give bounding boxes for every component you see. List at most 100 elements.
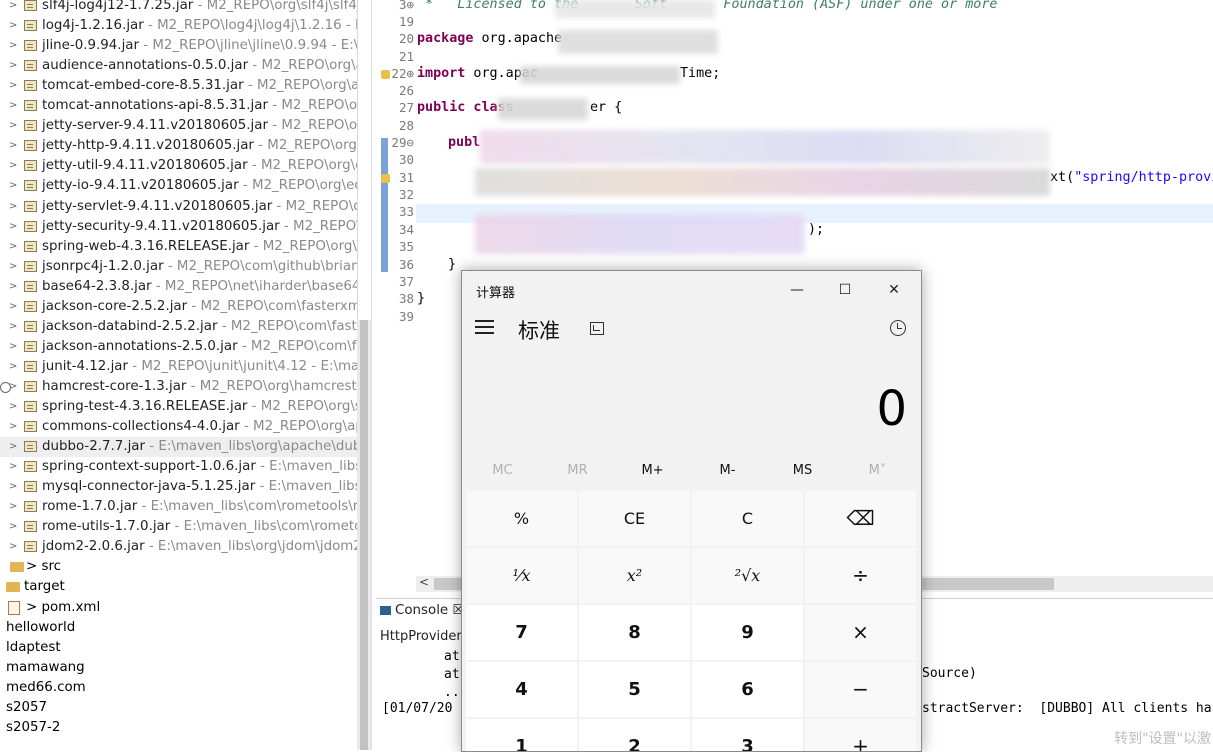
add-button[interactable]: + [805, 719, 916, 751]
memory-button-mminus[interactable]: M- [690, 463, 765, 478]
clear-entry-button[interactable]: CE [579, 491, 690, 546]
project-item[interactable]: ldaptest [0, 638, 357, 658]
expand-arrow-icon[interactable]: > [9, 297, 17, 317]
project-item[interactable]: med66.com [0, 678, 357, 698]
digit-1-button[interactable]: 1 [466, 719, 577, 751]
expand-arrow-icon[interactable]: > [9, 116, 17, 136]
expand-arrow-icon[interactable]: > [9, 0, 17, 16]
expand-arrow-icon[interactable]: > [9, 477, 17, 497]
digit-4-button[interactable]: 4 [466, 662, 577, 717]
expand-arrow-icon[interactable]: > [9, 136, 17, 156]
expand-arrow-icon[interactable]: > [9, 497, 17, 517]
explorer-scrollbar-thumb[interactable] [360, 320, 368, 750]
expand-arrow-icon[interactable]: > [9, 397, 17, 417]
jar-item[interactable]: > base64-2.3.8.jar - M2_REPO\net\iharder\… [0, 277, 357, 297]
expand-arrow-icon[interactable]: > [9, 337, 17, 357]
tab-console[interactable]: Console ☒ [380, 603, 464, 618]
keep-on-top-icon[interactable] [590, 322, 604, 335]
jar-item[interactable]: > tomcat-embed-core-8.5.31.jar - M2_REPO\… [0, 76, 357, 96]
jar-item[interactable]: > spring-context-support-1.0.6.jar - E:\m… [0, 457, 357, 477]
digit-7-button[interactable]: 7 [466, 605, 577, 660]
jar-item[interactable]: > jline-0.9.94.jar - M2_REPO\jline\jline\… [0, 36, 357, 56]
scroll-left-icon[interactable]: < [419, 575, 429, 589]
project-item[interactable]: mamawang [0, 658, 357, 678]
reciprocal-button[interactable]: ¹⁄x [466, 548, 577, 603]
expand-arrow-icon[interactable]: > [9, 76, 17, 96]
jar-item[interactable]: > jetty-security-9.4.11.v20180605.jar - M… [0, 217, 357, 237]
jar-item[interactable]: > slf4j-log4j12-1.7.25.jar - M2_REPO\org\… [0, 0, 357, 16]
digit-6-button[interactable]: 6 [692, 662, 803, 717]
expand-arrow-icon[interactable]: > [9, 517, 17, 537]
warning-icon[interactable] [381, 70, 390, 79]
project-item[interactable]: s2057-2 [0, 718, 357, 738]
jar-item[interactable]: > spring-test-4.3.16.RELEASE.jar - M2_REP… [0, 397, 357, 417]
jar-item[interactable]: > hamcrest-core-1.3.jar - M2_REPO\org\ham… [0, 377, 357, 397]
expand-arrow-icon[interactable]: > [9, 36, 17, 56]
jar-item[interactable]: > junit-4.12.jar - M2_REPO\junit\junit\4.… [0, 357, 357, 377]
expand-arrow-icon[interactable]: > [9, 56, 17, 76]
pom-file[interactable]: > pom.xml [0, 598, 357, 618]
hamburger-menu-icon[interactable] [475, 320, 494, 334]
clear-button[interactable]: C [692, 491, 803, 546]
memory-button-ms[interactable]: MS [765, 463, 840, 478]
src-folder[interactable]: > src [0, 557, 357, 577]
jar-item[interactable]: > jackson-annotations-2.5.0.jar - M2_REPO… [0, 337, 357, 357]
jar-item[interactable]: > audience-annotations-0.5.0.jar - M2_REP… [0, 56, 357, 76]
expand-arrow-icon[interactable]: > [9, 437, 17, 457]
digit-9-button[interactable]: 9 [692, 605, 803, 660]
minimize-button[interactable]: — [775, 275, 819, 305]
multiply-button[interactable]: × [805, 605, 916, 660]
expand-arrow-icon[interactable]: > [9, 96, 17, 116]
jar-item[interactable]: > spring-web-4.3.16.RELEASE.jar - M2_REPO… [0, 237, 357, 257]
jar-item[interactable]: > jsonrpc4j-1.2.0.jar - M2_REPO\com\githu… [0, 257, 357, 277]
jar-item[interactable]: > mysql-connector-java-5.1.25.jar - E:\ma… [0, 477, 357, 497]
divide-button[interactable]: ÷ [805, 548, 916, 603]
square-root-button[interactable]: ²√x [692, 548, 803, 603]
digit-8-button[interactable]: 8 [579, 605, 690, 660]
expand-arrow-icon[interactable]: > [9, 417, 17, 437]
jar-item[interactable]: > jetty-servlet-9.4.11.v20180605.jar - M2… [0, 197, 357, 217]
subtract-button[interactable]: − [805, 662, 916, 717]
maximize-button[interactable]: ☐ [823, 275, 867, 305]
expand-arrow-icon[interactable]: > [9, 16, 17, 36]
close-button[interactable]: ✕ [872, 275, 916, 305]
jar-item[interactable]: > jackson-core-2.5.2.jar - M2_REPO\com\fa… [0, 297, 357, 317]
expand-arrow-icon[interactable]: > [9, 197, 17, 217]
expand-arrow-icon[interactable]: > [9, 277, 17, 297]
digit-2-button[interactable]: 2 [579, 719, 690, 751]
jar-label: tomcat-annotations-api-8.5.31.jar - M2_R… [42, 96, 357, 116]
digit-5-button[interactable]: 5 [579, 662, 690, 717]
jar-item[interactable]: > jetty-http-9.4.11.v20180605.jar - M2_RE… [0, 136, 357, 156]
expand-arrow-icon[interactable]: > [9, 156, 17, 176]
memory-button-mplus[interactable]: M+ [615, 463, 690, 478]
project-item[interactable]: s2057 [0, 698, 357, 718]
explorer-scrollbar[interactable] [357, 320, 371, 750]
warning-icon[interactable] [381, 174, 390, 183]
jar-item[interactable]: > jackson-databind-2.5.2.jar - M2_REPO\co… [0, 317, 357, 337]
expand-arrow-icon[interactable]: > [9, 457, 17, 477]
expand-arrow-icon[interactable]: > [9, 317, 17, 337]
digit-3-button[interactable]: 3 [692, 719, 803, 751]
jar-item[interactable]: > dubbo-2.7.7.jar - E:\maven_libs\org\apa… [0, 437, 357, 458]
expand-arrow-icon[interactable]: > [9, 176, 17, 196]
jar-item[interactable]: > rome-utils-1.7.0.jar - E:\maven_libs\co… [0, 517, 357, 537]
project-item[interactable]: helloworld [0, 618, 357, 638]
jar-item[interactable]: > jdom2-2.0.6.jar - E:\maven_libs\org\jdo… [0, 537, 357, 557]
target-folder[interactable]: target [0, 577, 357, 597]
percent-button[interactable]: % [466, 491, 577, 546]
expand-arrow-icon[interactable]: > [9, 257, 17, 277]
jar-item[interactable]: > commons-collections4-4.0.jar - M2_REPO\… [0, 417, 357, 437]
jar-item[interactable]: > jetty-util-9.4.11.v20180605.jar - M2_RE… [0, 156, 357, 176]
jar-item[interactable]: > log4j-1.2.16.jar - M2_REPO\log4j\log4j\… [0, 16, 357, 36]
expand-arrow-icon[interactable]: > [9, 237, 17, 257]
jar-item[interactable]: > jetty-server-9.4.11.v20180605.jar - M2_… [0, 116, 357, 136]
expand-arrow-icon[interactable]: > [9, 217, 17, 237]
expand-arrow-icon[interactable]: > [9, 357, 17, 377]
expand-arrow-icon[interactable]: > [9, 537, 17, 557]
backspace-button[interactable]: ⌫ [805, 491, 916, 546]
jar-item[interactable]: > jetty-io-9.4.11.v20180605.jar - M2_REPO… [0, 176, 357, 196]
square-button[interactable]: x² [579, 548, 690, 603]
history-icon[interactable] [890, 320, 906, 336]
jar-item[interactable]: > tomcat-annotations-api-8.5.31.jar - M2_… [0, 96, 357, 116]
jar-item[interactable]: > rome-1.7.0.jar - E:\maven_libs\com\rome… [0, 497, 357, 517]
